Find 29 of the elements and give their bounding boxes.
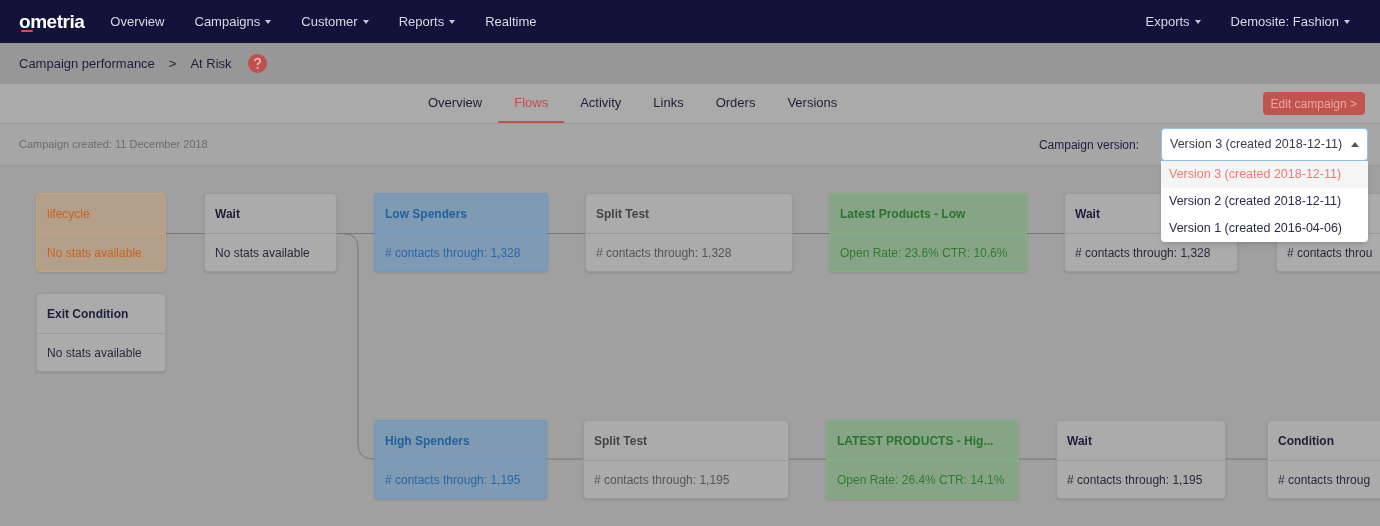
node-title: Exit Condition	[47, 305, 129, 323]
node-title: lifecycle	[47, 205, 90, 223]
node-title: Split Test	[596, 205, 650, 223]
node-stats-text: No stats available	[47, 244, 142, 262]
node-stats-text: # contacts through: 1,328	[596, 244, 732, 262]
node-title: Wait	[215, 205, 240, 223]
node-stats-text: # contacts through: 1,195	[594, 471, 730, 489]
node-stats-text: # contacts through: 1,328	[1075, 244, 1211, 262]
node-title: Latest Products - Low	[840, 205, 966, 223]
node-stats-text: # contacts through: 1,195	[1067, 471, 1203, 489]
node-title: Low Spenders	[385, 205, 467, 223]
node-title: Split Test	[594, 432, 648, 450]
node-title: Wait	[1067, 432, 1092, 450]
breadcrumb-item: At Risk	[190, 54, 232, 73]
node-stats-text: # contacts throu	[1287, 244, 1373, 262]
node-stats-text: # contacts through: 1,328	[385, 244, 521, 262]
node-title: LATEST PRODUCTS - Hig...	[837, 432, 994, 450]
node-title: High Spenders	[385, 432, 470, 450]
node-stats-text: Open Rate: 26.4% CTR: 14.1%	[837, 471, 1005, 489]
node-stats-text: # contacts through: 1,195	[385, 471, 521, 489]
node-title: Wait	[1075, 205, 1100, 223]
node-stats-text: No stats available	[47, 344, 142, 362]
node-stats-text: Open Rate: 23.6% CTR: 10.6%	[840, 244, 1008, 262]
node-stats-text: No stats available	[215, 244, 310, 262]
breadcrumb-separator: >	[168, 54, 177, 73]
node-title: Condition	[1278, 432, 1334, 450]
campaign-version-label: Campaign version:	[1038, 136, 1139, 154]
campaign-created-text: Campaign created: 11 December 2018	[19, 137, 208, 153]
node-stats-text: # contacts throug	[1278, 471, 1371, 489]
